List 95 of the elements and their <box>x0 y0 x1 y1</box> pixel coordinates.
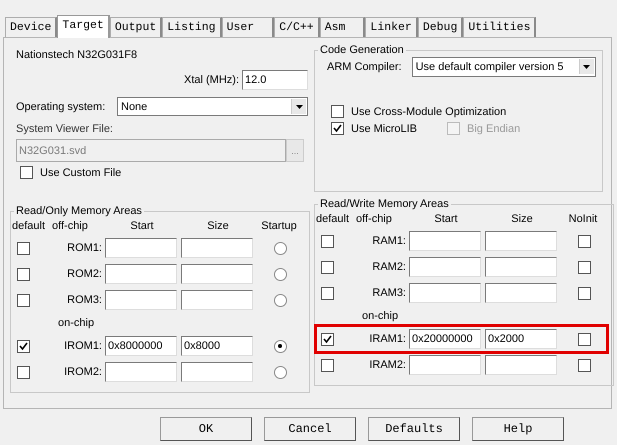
radio-button[interactable] <box>274 340 286 352</box>
tab[interactable]: Linker <box>365 17 418 37</box>
tab[interactable]: Device <box>5 17 58 37</box>
checkbox-label: Use Cross-Module Optimization <box>351 106 506 118</box>
start-field[interactable] <box>409 257 481 277</box>
column-header: Startup <box>260 220 298 232</box>
checkbox[interactable] <box>17 268 30 280</box>
dialog-button[interactable]: Defaults <box>368 417 460 441</box>
checkbox[interactable] <box>321 260 334 274</box>
start-field[interactable] <box>409 231 481 251</box>
checkbox[interactable] <box>578 260 590 274</box>
tab[interactable]: User <box>222 17 274 37</box>
column-header: Start <box>129 220 155 232</box>
checkbox[interactable] <box>578 286 590 300</box>
area-label: IRAM1: <box>368 333 407 345</box>
start-field[interactable] <box>105 290 177 310</box>
column-header: off-chip <box>356 213 393 225</box>
checkbox[interactable] <box>578 332 590 346</box>
area-label: RAM3: <box>371 287 407 299</box>
checkbox[interactable] <box>17 242 30 254</box>
size-field[interactable] <box>181 362 253 382</box>
area-label: RAM2: <box>371 261 407 273</box>
start-field[interactable] <box>105 238 177 258</box>
xtal-field[interactable]: 12.0 <box>242 70 308 90</box>
checkbox[interactable] <box>321 234 334 248</box>
group-title: Code Generation <box>319 44 405 56</box>
size-field[interactable]: 0x8000 <box>181 336 253 356</box>
size-field[interactable] <box>485 355 557 375</box>
start-field[interactable]: 0x8000000 <box>105 336 177 356</box>
start-field[interactable] <box>105 264 177 284</box>
size-field[interactable] <box>485 231 557 251</box>
xtal-label: Xtal (MHz): <box>184 74 239 86</box>
start-field[interactable] <box>409 355 481 375</box>
checkbox[interactable] <box>17 340 30 352</box>
checkbox[interactable] <box>17 366 30 378</box>
area-label: IROM2: <box>63 366 103 378</box>
area-label: ROM2: <box>66 268 103 280</box>
group-title: Read/Only Memory Areas <box>15 205 143 217</box>
area-label: RAM1: <box>371 235 407 247</box>
svf-label: System Viewer File: <box>16 123 114 135</box>
checkbox-label: Use Custom File <box>40 166 122 178</box>
size-field[interactable]: 0x2000 <box>485 329 557 349</box>
column-header: default <box>12 220 46 232</box>
os-dropdown[interactable]: None <box>117 97 308 116</box>
checkbox[interactable] <box>321 332 334 346</box>
checkbox[interactable] <box>578 358 590 372</box>
column-header: default <box>316 213 350 225</box>
checkbox[interactable] <box>321 358 334 372</box>
column-header: Size <box>206 220 230 232</box>
area-label: ROM1: <box>66 242 103 254</box>
start-field[interactable] <box>105 362 177 382</box>
column-header: NoInit <box>568 213 598 225</box>
tab[interactable]: Listing <box>162 17 222 37</box>
checkbox-label: Use MicroLIB <box>351 122 418 134</box>
size-field[interactable] <box>181 264 253 284</box>
tab[interactable]: Debug <box>418 17 464 37</box>
dialog-button[interactable]: OK <box>160 417 252 441</box>
checkbox[interactable] <box>578 234 590 248</box>
group-title: Read/Write Memory Areas <box>319 198 450 210</box>
column-header: off-chip <box>52 220 89 232</box>
checkbox[interactable] <box>20 166 33 179</box>
radio-button[interactable] <box>274 268 286 280</box>
size-field[interactable] <box>485 257 557 277</box>
tab[interactable]: C/C++ <box>274 17 320 37</box>
start-field[interactable] <box>409 283 481 303</box>
start-field[interactable]: 0x20000000 <box>409 329 481 349</box>
checkbox[interactable] <box>331 122 344 135</box>
tab[interactable]: Asm <box>320 17 366 37</box>
compiler-label: ARM Compiler: <box>327 61 402 73</box>
area-label: IROM1: <box>63 340 103 352</box>
section-label: on-chip <box>57 317 94 329</box>
dialog-button[interactable]: Cancel <box>264 417 356 441</box>
tab[interactable]: Utilities <box>463 17 536 37</box>
radio-button[interactable] <box>274 242 286 254</box>
checkbox[interactable] <box>331 105 344 118</box>
checkbox[interactable] <box>321 286 334 300</box>
column-header: Size <box>510 213 534 225</box>
radio-button[interactable] <box>274 294 286 306</box>
size-field[interactable] <box>181 238 253 258</box>
tab[interactable]: Output <box>110 17 162 37</box>
section-label: on-chip <box>361 310 398 322</box>
compiler-dropdown[interactable]: Use default compiler version 5 <box>412 57 596 77</box>
svf-field[interactable]: N32G031.svd <box>16 139 286 162</box>
column-header: Start <box>433 213 459 225</box>
tab[interactable]: Target <box>57 15 110 38</box>
os-label: Operating system: <box>16 100 106 112</box>
area-label: ROM3: <box>66 294 103 306</box>
size-field[interactable] <box>485 283 557 303</box>
area-label: IRAM2: <box>368 359 407 371</box>
checkbox[interactable] <box>17 294 30 306</box>
radio-button[interactable] <box>274 366 286 378</box>
device-name: Nationstech N32G031F8 <box>16 49 138 61</box>
checkbox-label: Big Endian <box>467 122 520 134</box>
size-field[interactable] <box>181 290 253 310</box>
dialog-button[interactable]: Help <box>472 417 564 441</box>
